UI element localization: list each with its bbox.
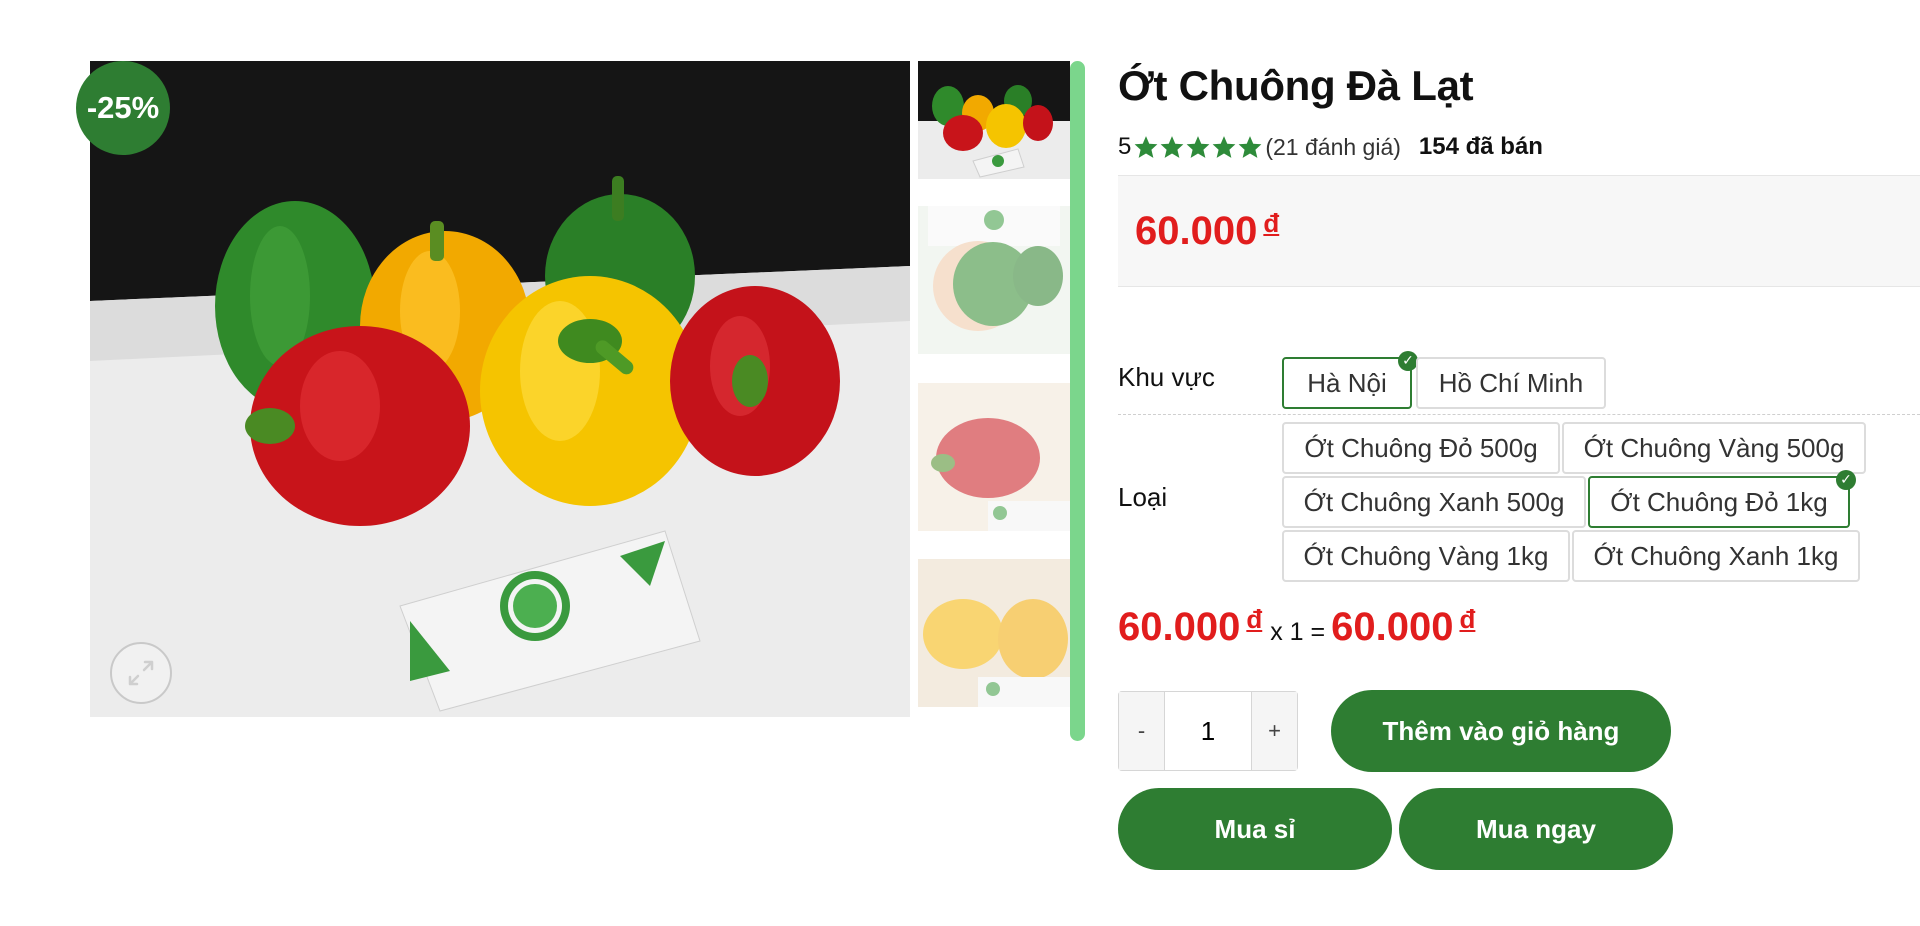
option-label: Hồ Chí Minh [1438, 367, 1584, 398]
option-label: Ớt Chuông Vàng 1kg [1303, 540, 1549, 571]
check-icon: ✓ [1398, 351, 1418, 371]
type-option-xanh-1kg[interactable]: Ớt Chuông Xanh 1kg [1572, 530, 1860, 582]
thumbnail-3[interactable] [918, 383, 1070, 531]
unit-currency: đ [1246, 604, 1263, 634]
option-label: Ớt Chuông Đỏ 500g [1304, 432, 1538, 463]
region-option-ha-noi[interactable]: Hà Nội ✓ [1282, 351, 1418, 409]
type-option-vang-500g[interactable]: Ớt Chuông Vàng 500g [1562, 422, 1866, 474]
region-label: Khu vực [1118, 362, 1215, 392]
add-to-cart-button[interactable]: Thêm vào giỏ hàng [1331, 690, 1671, 772]
total-price: 60.000 [1331, 605, 1454, 649]
thumbnail-4[interactable] [918, 559, 1070, 707]
discount-badge: -25% [76, 61, 170, 155]
unit-price: 60.000 [1118, 605, 1241, 649]
price-currency: đ [1263, 208, 1280, 238]
check-icon: ✓ [1836, 470, 1856, 490]
thumbnail-scrollbar[interactable] [1070, 61, 1085, 741]
type-label: Loại [1118, 482, 1168, 512]
rating-value: 5 [1118, 133, 1132, 160]
sold-count: 154 đã bán [1418, 133, 1543, 160]
buy-now-button[interactable]: Mua ngay [1399, 788, 1673, 870]
price-box: 60.000 đ [1118, 175, 1920, 287]
option-label: Ớt Chuông Xanh 1kg [1593, 540, 1839, 571]
wholesale-button[interactable]: Mua sỉ [1118, 788, 1392, 870]
type-option-vang-1kg[interactable]: Ớt Chuông Vàng 1kg [1282, 530, 1570, 582]
star-icon [1160, 136, 1184, 158]
star-icon [1238, 136, 1262, 158]
rating-row: 5 (21 đánh giá) 154 đã bán [1118, 131, 1543, 163]
thumbnail-1[interactable] [918, 61, 1070, 179]
quantity-stepper: - + [1118, 691, 1298, 771]
rating-stars [1133, 134, 1263, 160]
expand-icon [128, 660, 154, 686]
total-currency: đ [1459, 604, 1476, 634]
option-label: Hà Nội [1307, 367, 1387, 398]
zoom-button[interactable] [110, 642, 172, 704]
total-price-row: 60.000 đ x 1 = 60.000 đ [1118, 604, 1476, 650]
star-icon [1212, 136, 1236, 158]
type-option-do-1kg[interactable]: Ớt Chuông Đỏ 1kg ✓ [1588, 470, 1856, 528]
star-icon [1134, 136, 1158, 158]
price-amount: 60.000 [1135, 209, 1258, 253]
quantity-input[interactable] [1164, 692, 1252, 770]
main-product-image[interactable] [90, 61, 910, 717]
option-label: Ớt Chuông Xanh 500g [1303, 486, 1565, 517]
product-title: Ớt Chuông Đà Lạt [1118, 62, 1474, 109]
quantity-increase-button[interactable]: + [1252, 692, 1297, 770]
option-label: Ớt Chuông Vàng 500g [1583, 432, 1845, 463]
quantity-decrease-button[interactable]: - [1119, 692, 1164, 770]
review-count[interactable]: (21 đánh giá) [1265, 134, 1401, 161]
option-label: Ớt Chuông Đỏ 1kg [1610, 486, 1828, 517]
type-option-do-500g[interactable]: Ớt Chuông Đỏ 500g [1282, 422, 1560, 474]
divider [1118, 414, 1920, 415]
type-option-xanh-500g[interactable]: Ớt Chuông Xanh 500g [1282, 476, 1586, 528]
quantity-multiplier: x 1 = [1270, 618, 1326, 646]
thumbnail-2[interactable] [918, 206, 1070, 354]
region-option-ho-chi-minh[interactable]: Hồ Chí Minh [1416, 357, 1606, 409]
star-icon [1186, 136, 1210, 158]
product-price: 60.000 đ [1135, 208, 1279, 254]
